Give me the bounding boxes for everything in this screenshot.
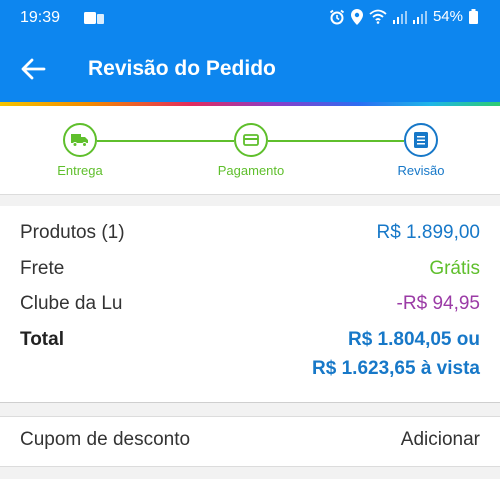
- step-entrega[interactable]: [63, 123, 97, 157]
- total-value-cash: R$ 1.623,65 à vista: [312, 358, 480, 379]
- card-icon: [243, 134, 259, 146]
- coupon-label: Cupom de desconto: [20, 429, 191, 450]
- alarm-icon: [329, 9, 345, 24]
- shipping-value: Grátis: [429, 258, 480, 279]
- products-label: Produtos (1): [20, 222, 125, 243]
- step-connector: [268, 140, 404, 142]
- step-label-entrega: Entrega: [57, 163, 103, 178]
- document-icon: [414, 132, 428, 148]
- status-icons: 54%: [329, 8, 478, 25]
- truck-icon: [71, 134, 88, 147]
- shipping-label: Frete: [20, 258, 65, 279]
- checkout-stepper: Entrega Pagamento Revisão: [0, 106, 500, 195]
- coupon-row[interactable]: Cupom de desconto Adicionar: [0, 416, 500, 467]
- order-summary: Produtos (1) R$ 1.899,00 Frete Grátis Cl…: [0, 206, 500, 403]
- step-connector: [97, 140, 234, 142]
- notification-icon: [84, 12, 104, 24]
- battery-percent: 54%: [432, 8, 463, 25]
- wifi-icon: [369, 9, 387, 24]
- status-bar: 19:39 54%: [0, 0, 500, 36]
- products-value: R$ 1.899,00: [376, 222, 480, 243]
- signal-icon: [412, 10, 427, 24]
- add-coupon-button[interactable]: Adicionar: [401, 429, 480, 451]
- step-revisao[interactable]: [404, 123, 438, 157]
- arrow-left-icon[interactable]: [20, 58, 46, 80]
- club-label: Clube da Lu: [20, 293, 123, 314]
- step-pagamento[interactable]: [234, 123, 268, 157]
- step-label-pagamento: Pagamento: [217, 163, 285, 178]
- club-value: -R$ 94,95: [396, 293, 480, 314]
- total-label: Total: [20, 329, 64, 350]
- total-value-installment: R$ 1.804,05 ou: [347, 329, 480, 350]
- app-bar: Revisão do Pedido: [0, 36, 500, 102]
- signal-icon: [392, 10, 407, 24]
- total-value: R$ 1.804,05 ou R$ 1.623,65 à vista: [312, 329, 480, 380]
- page-title: Revisão do Pedido: [88, 57, 276, 80]
- step-label-revisao: Revisão: [397, 163, 445, 178]
- location-icon: [350, 8, 363, 25]
- status-time: 19:39: [20, 9, 61, 26]
- battery-icon: [469, 9, 478, 24]
